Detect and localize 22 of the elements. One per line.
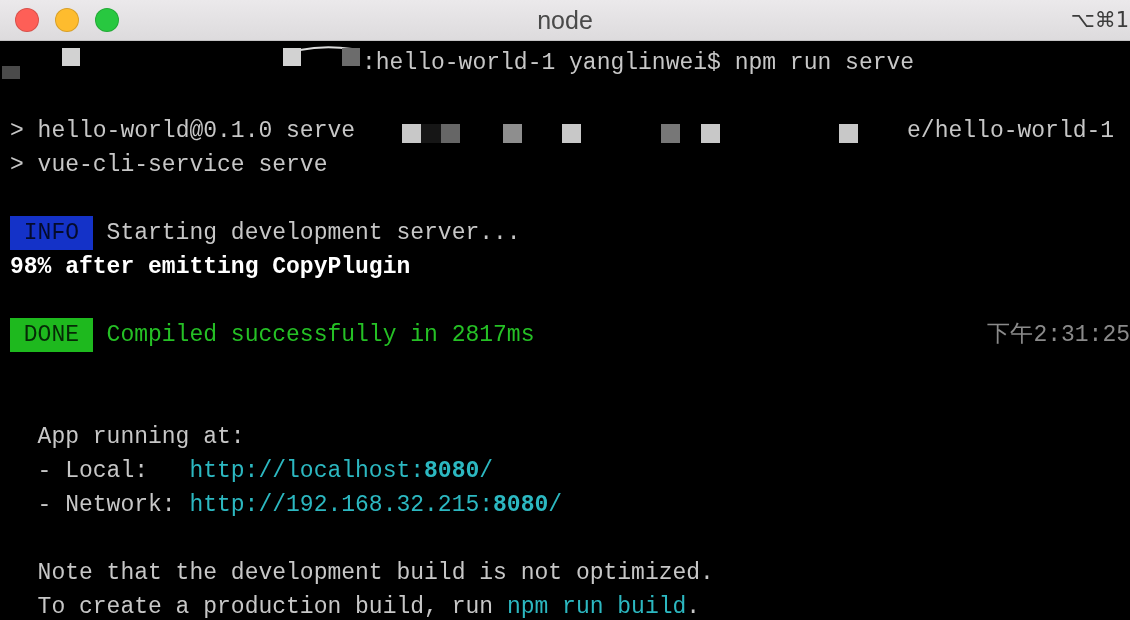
url-link[interactable]: http://192.168.32.215:8080/ [189,492,563,518]
terminal-text: Note that the development build is not optimized. [37,560,714,586]
minimize-button[interactable] [55,8,79,32]
shortcut-label: ⌥⌘1 [1070,7,1130,33]
terminal-text: To create a production build, run npm run build. [37,594,701,620]
window-title: node [537,5,593,35]
close-button[interactable] [15,8,39,32]
terminal-text: > hello-world@0.1.0 serve [10,118,356,144]
terminal-text: > vue-cli-service serve [10,152,328,178]
url-link[interactable]: http://localhost:8080/ [189,458,494,484]
terminal-text: 98% after emitting CopyPlugin [10,254,411,280]
terminal-text: Compiled successfully in 2817ms [106,322,535,348]
field-label: - Local: [37,458,148,484]
terminal-text: :hello-world-1 yanglinwei$ npm run serve [362,50,915,76]
timestamp: 下午2:31:25 [987,322,1130,348]
zoom-button[interactable] [95,8,119,32]
terminal-text: Starting development server... [106,220,521,246]
terminal-text: App running at: [37,424,245,450]
field-label: - Network: [37,492,176,518]
terminal-text: e/hello-world-1 [907,118,1115,144]
status-badge: INFO [10,216,93,250]
status-badge: DONE [10,318,93,352]
